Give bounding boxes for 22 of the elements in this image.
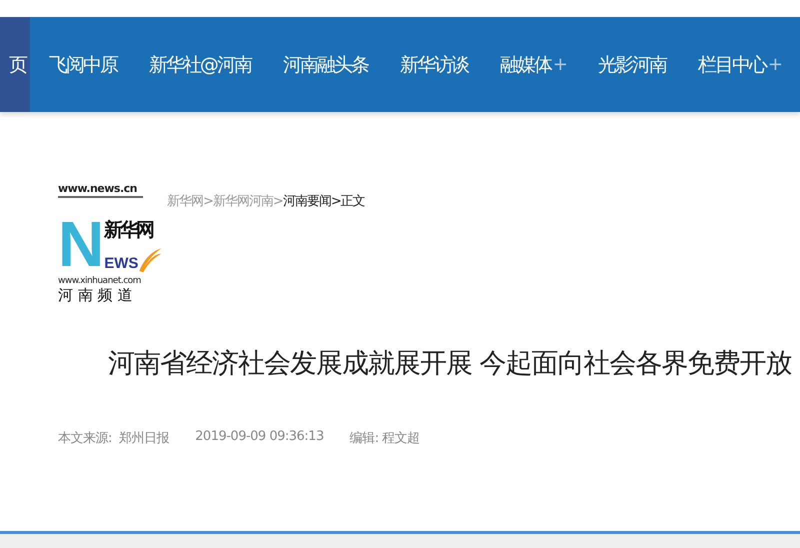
breadcrumb-link[interactable]: 河南要闻> (282, 192, 341, 210)
nav-item[interactable]: 融媒体+ (486, 17, 579, 112)
article-time: 2019-09-09 09:36:13 (195, 429, 324, 446)
logo-word: EWS (104, 255, 138, 272)
nav-item[interactable]: 新华社@河南 (136, 17, 264, 112)
breadcrumb-link[interactable]: 新华网河南> (212, 192, 283, 210)
nav-item[interactable]: 光影河南 (584, 17, 679, 112)
article-editor: 编辑: 程文超 (350, 430, 420, 447)
nav-item[interactable]: 飞阅中原 (36, 17, 130, 112)
nav-item[interactable]: 页 (0, 17, 30, 112)
breadcrumb-link[interactable]: 新华网> (167, 192, 213, 210)
nav-item[interactable]: 新华访谈 (386, 17, 481, 112)
breadcrumb-link[interactable]: 正文 (340, 192, 365, 210)
logo-channel: 河 南 频 道 (58, 286, 134, 305)
nav-item[interactable]: 河南融头条 (270, 17, 381, 112)
logo-brand: 新华网 (104, 218, 152, 242)
article-source: 本文来源: 郑州日报 (58, 430, 170, 447)
article-title: 河南省经济社会发展成就展开展 今起面向社会各界免费开放 (108, 347, 793, 381)
logo-domain: www.news.cn (58, 182, 143, 198)
logo-letter: N (58, 212, 104, 276)
logo-site: www.xinhuanet.com (58, 276, 142, 286)
nav-item[interactable]: 栏目中心+ (684, 17, 794, 112)
